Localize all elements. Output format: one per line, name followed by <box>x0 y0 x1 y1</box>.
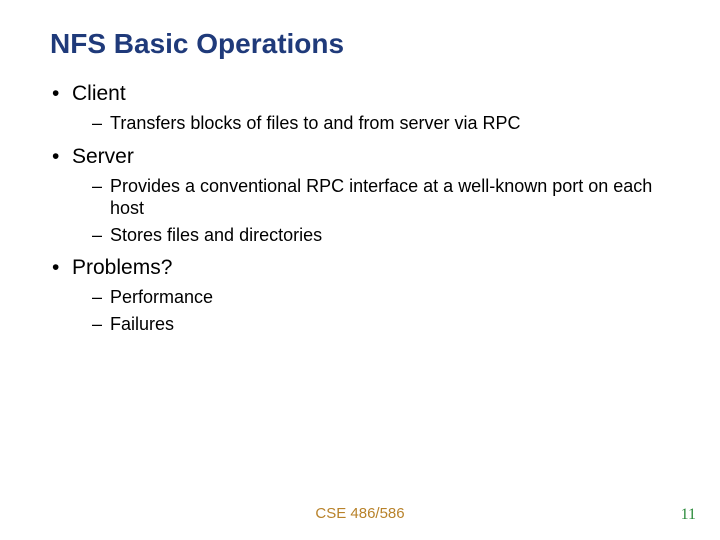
bullet-server: Server <box>50 145 670 169</box>
bullet-server-sub2: Stores files and directories <box>50 224 670 247</box>
page-number: 11 <box>681 506 696 524</box>
bullet-list: Client Transfers blocks of files to and … <box>50 82 670 335</box>
slide: NFS Basic Operations Client Transfers bl… <box>0 0 720 335</box>
bullet-problems: Problems? <box>50 256 670 280</box>
bullet-problems-sub1: Performance <box>50 286 670 309</box>
bullet-client-sub1: Transfers blocks of files to and from se… <box>50 112 670 135</box>
bullet-client: Client <box>50 82 670 106</box>
footer-course: CSE 486/586 <box>0 505 720 522</box>
bullet-problems-sub2: Failures <box>50 313 670 336</box>
bullet-server-sub1: Provides a conventional RPC interface at… <box>50 175 670 220</box>
slide-title: NFS Basic Operations <box>50 28 670 60</box>
